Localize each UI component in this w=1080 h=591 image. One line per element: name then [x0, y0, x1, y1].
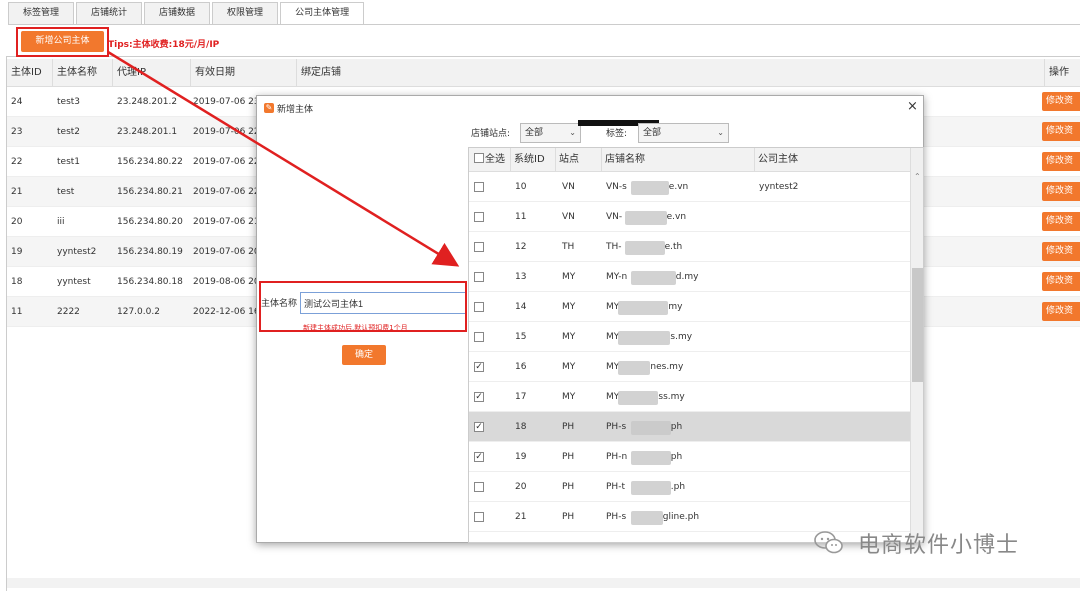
wechat-icon: [814, 531, 843, 554]
watermark-text: 电商软件小博士: [858, 533, 1020, 558]
annotation-arrow: [107, 50, 460, 267]
page-scrollbar[interactable]: [7, 578, 1080, 588]
watermark: 电商软件小博士: [814, 527, 1019, 559]
